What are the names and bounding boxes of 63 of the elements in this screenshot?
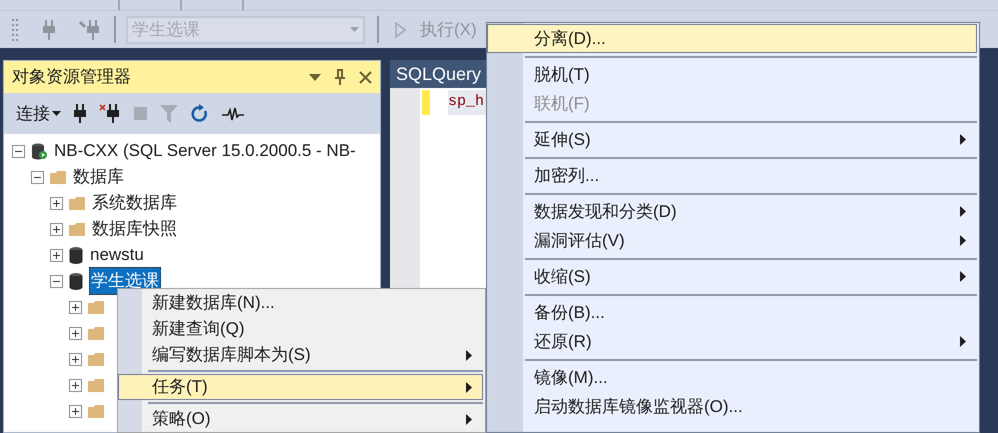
submenu-arrow-icon: [960, 336, 966, 347]
submenu-arrow-icon: [466, 382, 472, 392]
expand-icon[interactable]: [69, 300, 82, 314]
menu-item[interactable]: 加密列...: [487, 154, 977, 190]
panel-title: 对象资源管理器: [12, 66, 131, 88]
submenu-arrow-icon: [960, 235, 966, 246]
change-marker: [422, 90, 430, 115]
tree-item[interactable]: 数据库: [72, 164, 125, 190]
folder-icon: [88, 378, 104, 392]
expand-icon[interactable]: [50, 196, 63, 210]
caret-icon: [52, 111, 61, 116]
folder-icon: [69, 196, 85, 210]
expand-icon[interactable]: [50, 222, 63, 236]
collapse-icon[interactable]: [12, 144, 25, 158]
database-icon: [69, 272, 83, 290]
submenu-arrow-icon: [960, 271, 966, 282]
folder-icon: [88, 300, 104, 314]
submenu-arrow-icon: [466, 414, 472, 424]
dropdown-icon[interactable]: [309, 74, 321, 80]
caret-icon: [350, 27, 359, 32]
pin-icon[interactable]: [335, 69, 345, 85]
server-icon: [31, 142, 47, 160]
close-icon[interactable]: [359, 70, 372, 84]
database-icon: [69, 246, 83, 264]
collapse-icon[interactable]: [50, 274, 63, 288]
tree-item[interactable]: 数据库快照: [91, 216, 178, 242]
collapse-icon[interactable]: [31, 170, 44, 184]
menu-item[interactable]: 数据发现和分类(D): [487, 190, 977, 226]
activity-icon[interactable]: [222, 106, 244, 120]
submenu-arrow-icon: [960, 134, 966, 145]
expand-icon[interactable]: [50, 248, 63, 262]
connect-button[interactable]: 连接: [16, 100, 61, 126]
folder-icon: [88, 326, 104, 340]
tree-item[interactable]: 系统数据库: [91, 190, 178, 216]
menu-item[interactable]: 分离(D)...: [487, 24, 977, 53]
menu-item[interactable]: 新建查询(Q): [118, 316, 483, 342]
menu-item[interactable]: 编写数据库脚本为(S): [118, 342, 483, 368]
menu-item[interactable]: 镜像(M)...: [487, 356, 977, 392]
menu-item[interactable]: 还原(R): [487, 327, 977, 356]
code-text: sp_h: [448, 92, 484, 112]
menu-item[interactable]: 漏洞评估(V): [487, 226, 977, 255]
tree-item[interactable]: NB-CXX (SQL Server 15.0.2000.5 - NB-: [53, 138, 357, 164]
submenu-arrow-icon: [960, 206, 966, 217]
plug-icon[interactable]: [74, 104, 86, 123]
submenu-arrow-icon: [466, 350, 472, 360]
menu-item[interactable]: 启动数据库镜像监视器(O)...: [487, 392, 977, 421]
disconnect-icon[interactable]: [99, 104, 121, 123]
expand-icon[interactable]: [69, 352, 82, 366]
folder-icon: [88, 404, 104, 418]
folder-icon: [50, 170, 66, 184]
tree-item[interactable]: newstu: [89, 242, 145, 268]
menu-item[interactable]: 备份(B)...: [487, 291, 977, 327]
menu-item[interactable]: 延伸(S): [487, 118, 977, 154]
menu-item[interactable]: 收缩(S): [487, 255, 977, 291]
expand-icon[interactable]: [69, 378, 82, 392]
expand-icon[interactable]: [69, 404, 82, 418]
refresh-icon[interactable]: [191, 104, 209, 123]
folder-icon: [88, 352, 104, 366]
expand-icon[interactable]: [69, 326, 82, 340]
grip-icon[interactable]: [12, 18, 18, 42]
play-icon: [395, 22, 406, 38]
folder-icon: [69, 222, 85, 236]
menu-item[interactable]: 策略(O): [118, 400, 483, 432]
